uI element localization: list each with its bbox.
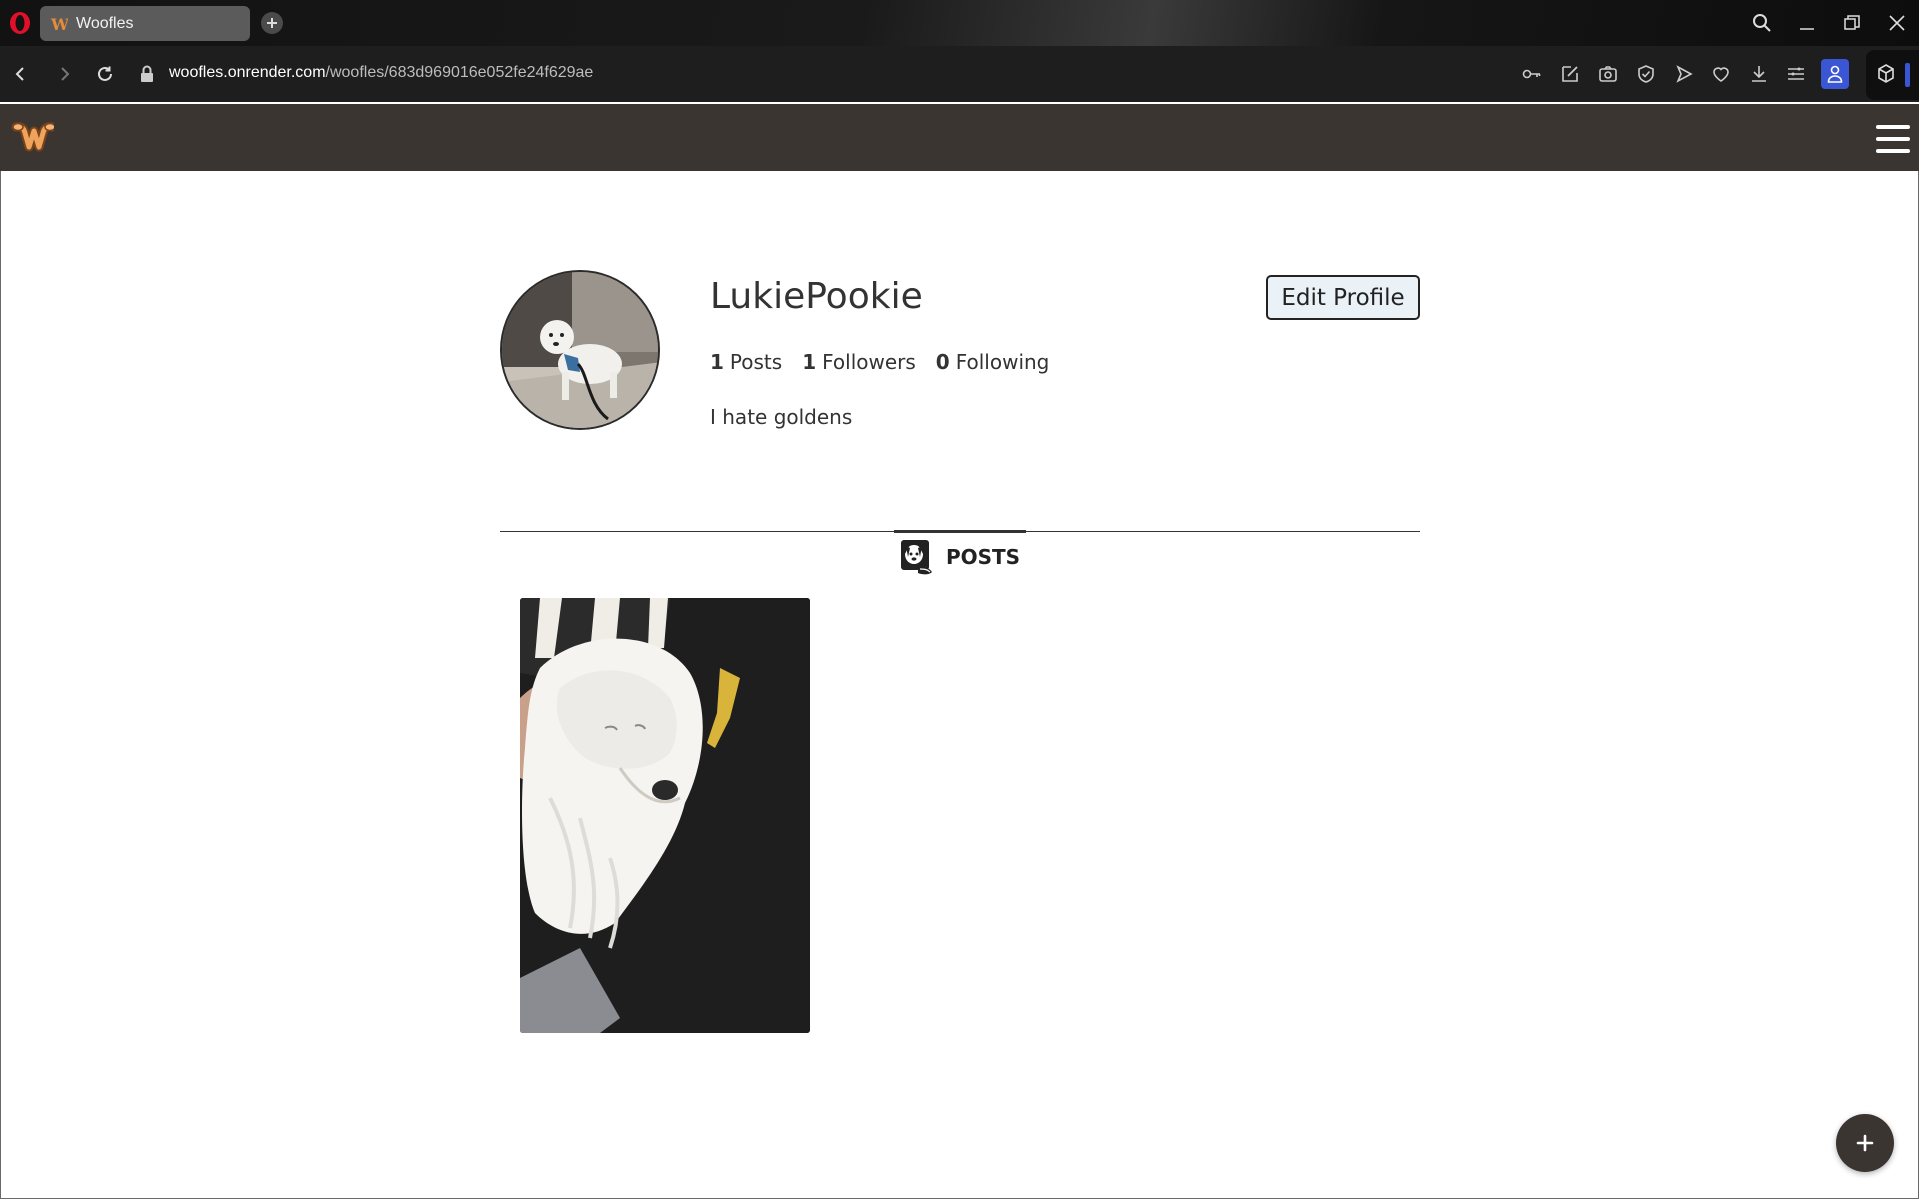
back-icon[interactable]: [9, 63, 31, 85]
tab-posts[interactable]: POSTS: [894, 530, 1026, 580]
profile-icon[interactable]: [1821, 59, 1849, 89]
profile-username: LukiePookie: [710, 276, 923, 317]
forward-icon[interactable]: [54, 63, 76, 85]
menu-lines-icon[interactable]: [1784, 62, 1808, 86]
send-icon[interactable]: [1672, 62, 1696, 86]
lock-icon: [139, 64, 155, 84]
dog-posts-icon: [900, 538, 936, 576]
opera-logo-icon[interactable]: [8, 11, 32, 35]
stat-posts-count: 1: [710, 350, 724, 374]
extensions-area: [1866, 50, 1919, 100]
shield-icon[interactable]: [1634, 62, 1658, 86]
stat-followers-label: Followers: [822, 350, 916, 374]
hamburger-line: [1876, 149, 1910, 153]
sidebar-toggle[interactable]: [1905, 63, 1910, 87]
stat-followers[interactable]: 1 Followers: [802, 350, 916, 374]
stat-followers-count: 1: [802, 350, 817, 374]
woofles-logo[interactable]: [10, 117, 54, 161]
browser-titlebar: W Woofles: [0, 0, 1919, 46]
camera-icon[interactable]: [1596, 62, 1620, 86]
reload-icon[interactable]: [94, 63, 116, 85]
site-navbar: [0, 104, 1919, 171]
key-icon[interactable]: [1520, 62, 1544, 86]
page-frame: [0, 171, 1919, 1199]
stat-posts[interactable]: 1 Posts: [710, 350, 782, 374]
plus-icon: [1856, 1134, 1874, 1152]
restore-icon[interactable]: [1841, 12, 1863, 34]
url-path: /woofles/683d969016e052fe24f629ae: [325, 64, 594, 81]
posts-tab-label: POSTS: [945, 544, 1021, 569]
browser-tab[interactable]: W Woofles: [40, 6, 250, 41]
url-field[interactable]: woofles.onrender.com/woofles/683d969016e…: [169, 64, 593, 82]
close-icon[interactable]: [1886, 12, 1908, 34]
stat-following[interactable]: 0 Following: [936, 350, 1050, 374]
edit-icon[interactable]: [1558, 62, 1582, 86]
search-icon[interactable]: [1751, 12, 1773, 34]
hamburger-menu-icon[interactable]: [1876, 125, 1910, 153]
download-icon[interactable]: [1747, 62, 1771, 86]
avatar: [500, 270, 660, 430]
stat-following-label: Following: [955, 350, 1050, 374]
stat-posts-label: Posts: [729, 350, 783, 374]
svg-text:W: W: [50, 15, 68, 33]
heart-icon[interactable]: [1709, 62, 1733, 86]
post-thumbnail[interactable]: [520, 598, 810, 1033]
woofles-favicon-icon: W: [50, 15, 68, 33]
url-host: woofles.onrender.com: [169, 64, 326, 81]
minimize-icon[interactable]: [1796, 12, 1818, 34]
profile-bio: I hate goldens: [710, 405, 853, 429]
hamburger-line: [1876, 137, 1910, 141]
tab-title: Woofles: [76, 14, 134, 32]
new-tab-icon[interactable]: [261, 12, 283, 34]
cube-icon[interactable]: [1876, 63, 1896, 85]
stat-following-count: 0: [935, 350, 950, 374]
profile-stats: 1 Posts 1 Followers 0 Following: [710, 350, 1049, 374]
edit-profile-button[interactable]: Edit Profile: [1266, 275, 1420, 320]
hamburger-line: [1876, 125, 1910, 129]
browser-addressbar: woofles.onrender.com/woofles/683d969016e…: [0, 46, 1919, 102]
add-post-button[interactable]: [1836, 1114, 1894, 1172]
